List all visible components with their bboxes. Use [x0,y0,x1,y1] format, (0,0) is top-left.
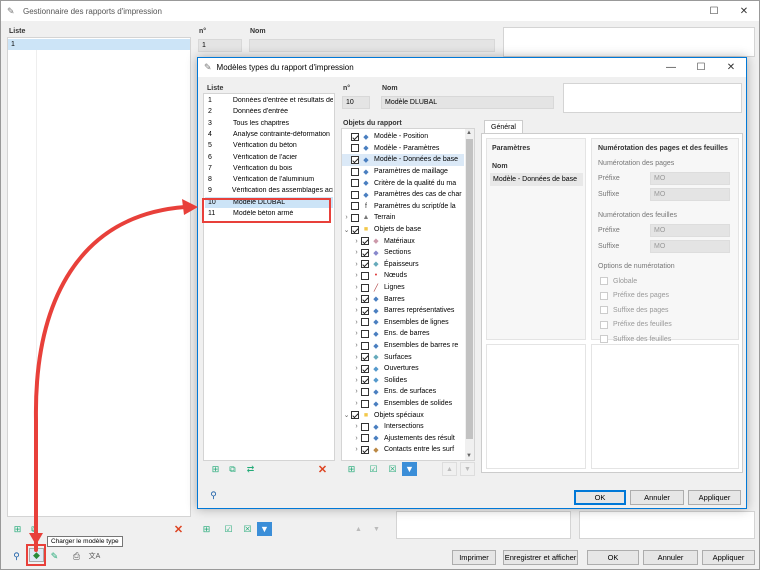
arrow-head-button-icon [29,533,43,545]
arrow-to-list [33,205,187,552]
annotation-arrows [26,199,198,566]
arrow-head-list-icon [182,199,198,215]
